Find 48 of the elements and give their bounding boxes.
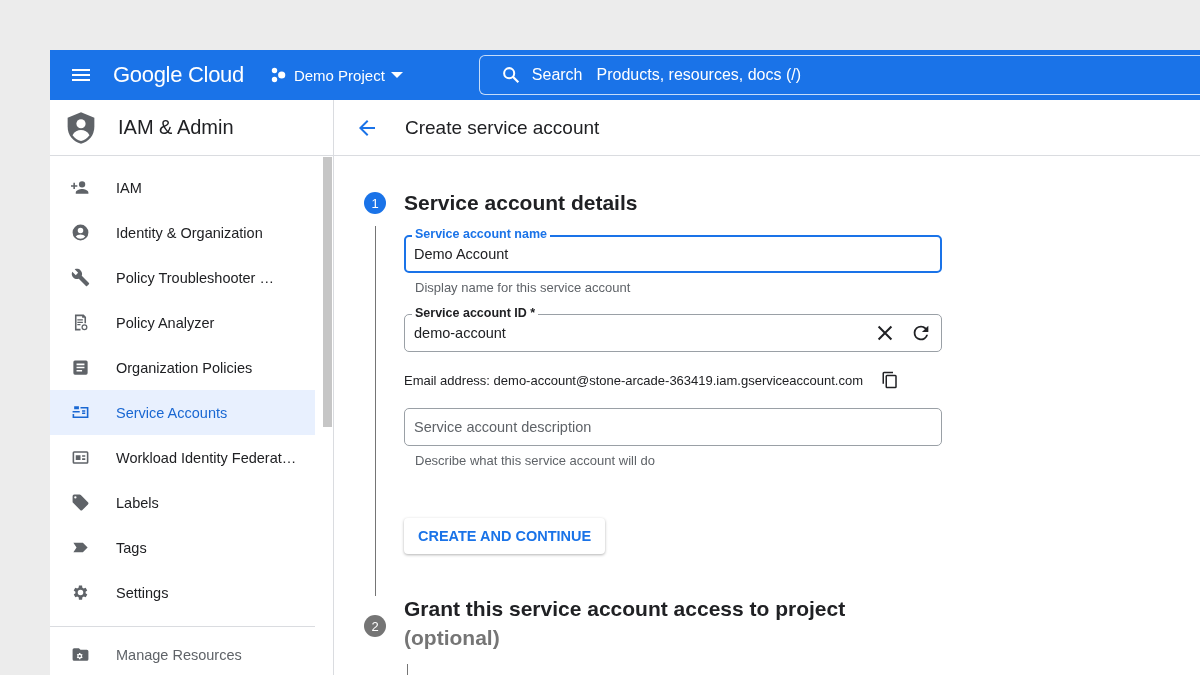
step-title: Service account details: [404, 190, 639, 216]
id-card-icon: [71, 448, 90, 467]
sidebar-item[interactable]: Manage Resources: [50, 632, 315, 675]
label-icon: [71, 493, 90, 512]
text-field[interactable]: Service account ID * demo-account: [404, 306, 942, 352]
step-number: 1: [364, 192, 386, 214]
sidebar-item[interactable]: Settings: [50, 570, 315, 615]
step-number: 2: [364, 615, 386, 637]
project-selector[interactable]: Demo Project: [269, 66, 403, 84]
sidebar-item[interactable]: Service Accounts: [50, 390, 315, 435]
logo[interactable]: Google Cloud: [113, 62, 244, 88]
helper-text: Display name for this service account: [415, 280, 632, 295]
search-field[interactable]: Search Products, resources, docs (/): [478, 55, 1200, 95]
sidebar-item[interactable]: Organization Policies: [50, 345, 315, 390]
page-title: Create service account: [405, 116, 600, 139]
search-placeholder: Products, resources, docs (/): [596, 66, 802, 84]
create-and-continue-button[interactable]: CREATE AND CONTINUE: [404, 518, 606, 554]
sidebar-item[interactable]: Tags: [50, 525, 315, 570]
text-field[interactable]: Service account name Demo Account: [404, 227, 942, 273]
field-label: Service account ID *: [412, 306, 539, 320]
sidebar-title: IAM & Admin: [118, 116, 234, 139]
search-label: Search: [531, 66, 583, 84]
article-icon: [71, 358, 90, 377]
field-input[interactable]: Service account description: [414, 419, 932, 435]
sidebar-item[interactable]: Workload Identity Federat…: [50, 435, 315, 480]
scrollbar[interactable]: [323, 157, 332, 427]
step-title: Grant this service account access to project: [404, 596, 847, 622]
folder-gear-icon: [71, 645, 90, 664]
project-icon: [269, 66, 288, 84]
caret-icon: [390, 72, 403, 78]
sidebar-item[interactable]: Policy Troubleshooter …: [50, 255, 315, 300]
sidebar-item[interactable]: Labels: [50, 480, 315, 525]
text-field[interactable]: Service account description: [404, 400, 942, 446]
shield-icon: [66, 110, 96, 145]
account-icon: [71, 223, 90, 242]
field-label: Service account name: [412, 227, 550, 241]
sidebar-item[interactable]: Policy Analyzer: [50, 300, 315, 345]
helper-text: Describe what this service account will do: [415, 453, 656, 468]
sidebar-item[interactable]: IAM: [50, 165, 315, 210]
step-subtitle: (optional): [404, 625, 501, 651]
field-input[interactable]: demo-account: [414, 325, 860, 341]
gear-icon: [71, 583, 90, 602]
field-input[interactable]: Demo Account: [414, 246, 932, 262]
copy-icon[interactable]: [881, 371, 900, 389]
wrench-icon: [71, 268, 90, 287]
person-add-icon: [71, 178, 90, 197]
email-address: Email address: demo-account@stone-arcade-363419.iam.gserviceaccount.com: [404, 372, 864, 388]
sidebar-item[interactable]: Identity & Organization: [50, 210, 315, 255]
